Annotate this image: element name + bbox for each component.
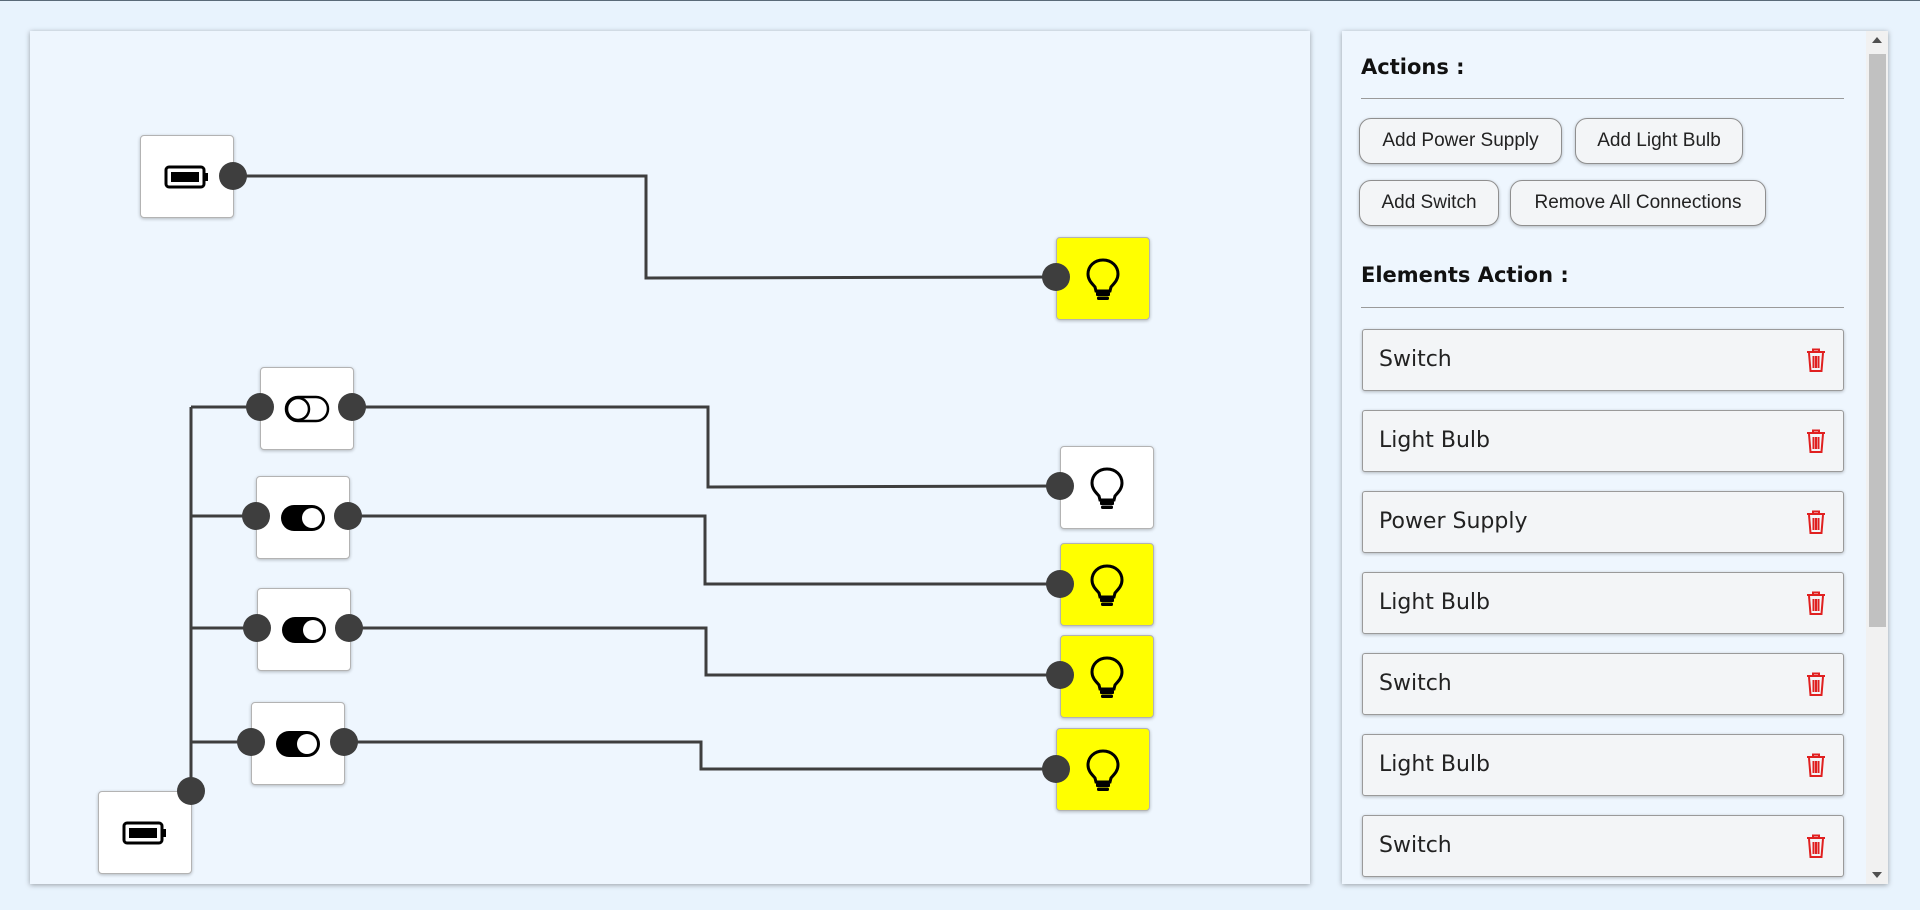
switch-output-port[interactable] bbox=[334, 502, 362, 530]
wire-switch-1-to-bulb-2 bbox=[352, 405, 1062, 489]
trash-icon[interactable] bbox=[1805, 833, 1827, 859]
element-item-label: Light Bulb bbox=[1379, 590, 1491, 615]
lightbulb-icon bbox=[1089, 655, 1125, 699]
add-light-bulb-button[interactable]: Add Light Bulb bbox=[1575, 118, 1743, 164]
switch-output-port[interactable] bbox=[335, 614, 363, 642]
toggle-on-icon bbox=[281, 616, 327, 644]
element-item[interactable]: Light Bulb bbox=[1362, 572, 1844, 634]
toggle-off-icon bbox=[284, 395, 330, 423]
remove-all-connections-button[interactable]: Remove All Connections bbox=[1510, 180, 1766, 226]
toggle-on-icon bbox=[280, 504, 326, 532]
wire-switch-4-to-bulb-5 bbox=[344, 740, 1057, 771]
wire-switch-3-to-bulb-4 bbox=[349, 626, 1061, 677]
add-switch-button[interactable]: Add Switch bbox=[1359, 180, 1499, 226]
light-bulb-input-port[interactable] bbox=[1042, 755, 1070, 783]
element-item-label: Switch bbox=[1379, 347, 1452, 372]
trash-icon[interactable] bbox=[1805, 752, 1827, 778]
element-item-label: Switch bbox=[1379, 671, 1452, 696]
trash-icon[interactable] bbox=[1805, 347, 1827, 373]
switch-input-port[interactable] bbox=[242, 502, 270, 530]
power-supply-node[interactable] bbox=[98, 791, 192, 874]
circuit-canvas[interactable] bbox=[30, 31, 1310, 884]
element-item[interactable]: Switch bbox=[1362, 329, 1844, 391]
trash-icon[interactable] bbox=[1805, 428, 1827, 454]
light-bulb-node[interactable] bbox=[1056, 237, 1150, 320]
divider bbox=[1361, 307, 1844, 308]
light-bulb-node[interactable] bbox=[1056, 728, 1150, 811]
trash-icon[interactable] bbox=[1805, 671, 1827, 697]
switch-input-port[interactable] bbox=[246, 393, 274, 421]
element-item[interactable]: Switch bbox=[1362, 653, 1844, 715]
power-supply-output-port[interactable] bbox=[219, 162, 247, 190]
light-bulb-input-port[interactable] bbox=[1046, 661, 1074, 689]
element-item-label: Light Bulb bbox=[1379, 428, 1491, 453]
switch-input-port[interactable] bbox=[243, 614, 271, 642]
scrollbar-thumb[interactable] bbox=[1869, 54, 1886, 627]
light-bulb-input-port[interactable] bbox=[1042, 263, 1070, 291]
element-item[interactable]: Light Bulb bbox=[1362, 410, 1844, 472]
power-supply-output-port[interactable] bbox=[177, 777, 205, 805]
switch-input-port[interactable] bbox=[237, 728, 265, 756]
elements-action-title: Elements Action : bbox=[1361, 263, 1569, 287]
side-panel: Actions : Add Power Supply Add Light Bul… bbox=[1342, 31, 1888, 884]
scrollbar[interactable] bbox=[1866, 31, 1888, 884]
element-item[interactable]: Power Supply bbox=[1362, 491, 1844, 553]
scroll-up-arrow[interactable] bbox=[1866, 31, 1888, 49]
toggle-on-icon bbox=[275, 730, 321, 758]
scroll-down-arrow[interactable] bbox=[1866, 866, 1888, 884]
trash-icon[interactable] bbox=[1805, 590, 1827, 616]
lightbulb-icon bbox=[1089, 466, 1125, 510]
divider bbox=[1361, 98, 1844, 99]
wire-switch-2-to-bulb-3 bbox=[348, 514, 1061, 586]
element-item[interactable]: Switch bbox=[1362, 815, 1844, 877]
light-bulb-node[interactable] bbox=[1060, 543, 1154, 626]
trash-icon[interactable] bbox=[1805, 509, 1827, 535]
lightbulb-icon bbox=[1089, 563, 1125, 607]
battery-icon bbox=[122, 821, 168, 845]
light-bulb-input-port[interactable] bbox=[1046, 570, 1074, 598]
element-item-label: Light Bulb bbox=[1379, 752, 1491, 777]
lightbulb-icon bbox=[1085, 748, 1121, 792]
light-bulb-node[interactable] bbox=[1060, 446, 1154, 529]
element-item[interactable]: Light Bulb bbox=[1362, 734, 1844, 796]
add-power-supply-button[interactable]: Add Power Supply bbox=[1359, 118, 1562, 164]
element-item-label: Power Supply bbox=[1379, 509, 1528, 534]
wire-power-to-bulb-1 bbox=[233, 174, 1059, 280]
light-bulb-input-port[interactable] bbox=[1046, 472, 1074, 500]
switch-output-port[interactable] bbox=[330, 728, 358, 756]
lightbulb-icon bbox=[1085, 257, 1121, 301]
actions-title: Actions : bbox=[1361, 55, 1465, 79]
switch-output-port[interactable] bbox=[338, 393, 366, 421]
light-bulb-node[interactable] bbox=[1060, 635, 1154, 718]
element-item-label: Switch bbox=[1379, 833, 1452, 858]
window-top-border bbox=[0, 0, 1920, 1]
battery-icon bbox=[164, 165, 210, 189]
